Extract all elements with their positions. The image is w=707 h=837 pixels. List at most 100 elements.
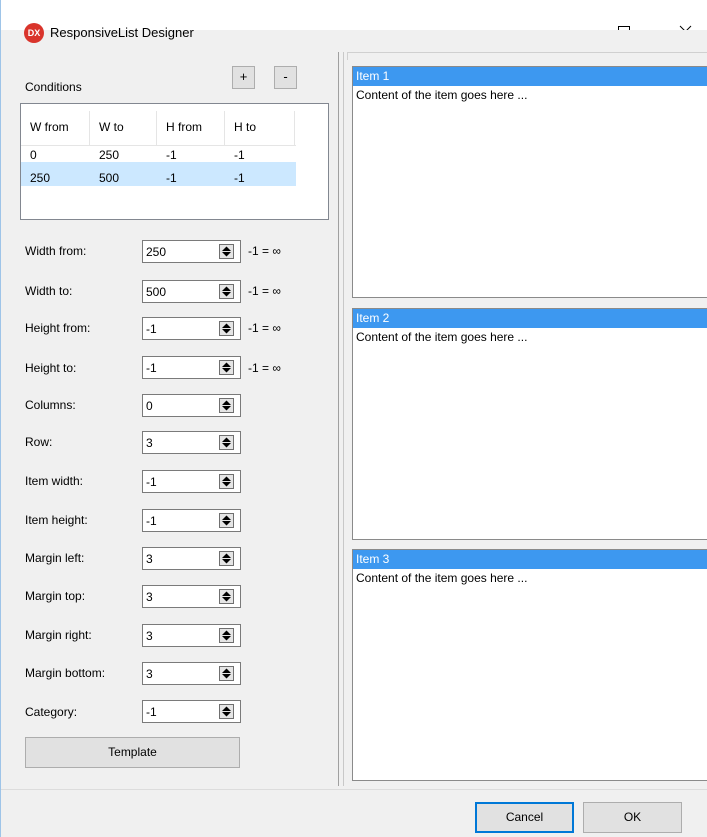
spin-arrows-icon xyxy=(222,591,231,602)
remove-condition-button[interactable]: - xyxy=(274,66,297,89)
spin-buttons[interactable] xyxy=(219,398,234,413)
column-header-w-from[interactable]: W from xyxy=(30,119,69,135)
spin-buttons[interactable] xyxy=(219,589,234,604)
margin-top-input[interactable] xyxy=(146,588,216,605)
cancel-button[interactable]: Cancel xyxy=(475,802,574,833)
height-to-label: Height to: xyxy=(25,361,77,375)
margin-left-label: Margin left: xyxy=(25,551,85,565)
spin-arrows-icon xyxy=(222,362,231,373)
spin-buttons[interactable] xyxy=(219,284,234,299)
preview-frame xyxy=(347,52,707,60)
spin-buttons[interactable] xyxy=(219,704,234,719)
column-header-h-to[interactable]: H to xyxy=(234,119,256,135)
spin-arrows-icon xyxy=(222,323,231,334)
margin-bottom-input[interactable] xyxy=(146,665,216,682)
height-to-input[interactable] xyxy=(146,359,216,376)
preview-item[interactable]: Item 2 Content of the item goes here ... xyxy=(352,308,707,540)
margin-left-spinner[interactable] xyxy=(142,547,241,570)
footer-divider xyxy=(1,789,707,790)
table-row-selected[interactable]: 250 500 -1 -1 xyxy=(21,162,296,186)
cell-h-from: -1 xyxy=(166,171,177,185)
window-title: ResponsiveList Designer xyxy=(50,25,194,40)
width-from-input[interactable] xyxy=(146,243,216,260)
margin-right-spinner[interactable] xyxy=(142,624,241,647)
category-label: Category: xyxy=(25,705,78,719)
spin-buttons[interactable] xyxy=(219,244,234,259)
add-condition-button[interactable]: + xyxy=(232,66,255,89)
preview-item[interactable]: Item 1 Content of the item goes here ... xyxy=(352,66,707,298)
template-button[interactable]: Template xyxy=(25,737,240,768)
height-to-spinner[interactable] xyxy=(142,356,241,379)
item-width-spinner[interactable] xyxy=(142,470,241,493)
conditions-label: Conditions xyxy=(25,80,82,94)
margin-top-label: Margin top: xyxy=(25,589,86,603)
spin-buttons[interactable] xyxy=(219,321,234,336)
item-content: Content of the item goes here ... xyxy=(356,88,528,102)
spin-arrows-icon xyxy=(222,706,231,717)
preview-item[interactable]: Item 3 Content of the item goes here ... xyxy=(352,549,707,781)
spin-buttons[interactable] xyxy=(219,360,234,375)
spin-buttons[interactable] xyxy=(219,628,234,643)
infinity-hint: -1 = ∞ xyxy=(248,284,281,298)
maximize-button[interactable] xyxy=(600,0,646,30)
margin-top-spinner[interactable] xyxy=(142,585,241,608)
margin-right-input[interactable] xyxy=(146,627,216,644)
designer-window: DX ResponsiveList Designer Conditions + … xyxy=(0,0,707,837)
cell-w-from: 250 xyxy=(30,171,51,185)
margin-bottom-spinner[interactable] xyxy=(142,662,241,685)
spin-buttons[interactable] xyxy=(219,474,234,489)
columns-input[interactable] xyxy=(146,397,216,414)
margin-left-input[interactable] xyxy=(146,550,216,567)
item-width-label: Item width: xyxy=(25,474,84,488)
minimize-button[interactable] xyxy=(531,0,577,30)
item-height-spinner[interactable] xyxy=(142,509,241,532)
ok-button[interactable]: OK xyxy=(583,802,682,833)
splitter-line[interactable] xyxy=(343,52,344,786)
category-spinner[interactable] xyxy=(142,700,241,723)
column-header-w-to[interactable]: W to xyxy=(99,119,124,135)
spin-arrows-icon xyxy=(222,437,231,448)
spin-arrows-icon xyxy=(222,630,231,641)
width-to-spinner[interactable] xyxy=(142,280,241,303)
spin-buttons[interactable] xyxy=(219,435,234,450)
conditions-grid[interactable]: W from W to H from H to 0 250 -1 -1 250 … xyxy=(20,103,329,220)
height-from-input[interactable] xyxy=(146,320,216,337)
margin-right-label: Margin right: xyxy=(25,628,92,642)
app-logo-icon: DX xyxy=(24,23,44,43)
spin-buttons[interactable] xyxy=(219,551,234,566)
cell-h-from: -1 xyxy=(166,148,177,162)
width-to-input[interactable] xyxy=(146,283,216,300)
columns-spinner[interactable] xyxy=(142,394,241,417)
width-from-spinner[interactable] xyxy=(142,240,241,263)
item-title: Item 1 xyxy=(353,67,707,86)
title-bar: DX ResponsiveList Designer xyxy=(1,0,707,43)
row-input[interactable] xyxy=(146,434,216,451)
column-header-h-from[interactable]: H from xyxy=(166,119,202,135)
cell-w-to: 250 xyxy=(99,148,120,162)
cell-h-to: -1 xyxy=(234,148,245,162)
splitter-line xyxy=(338,52,339,786)
cell-w-to: 500 xyxy=(99,171,120,185)
spin-arrows-icon xyxy=(222,400,231,411)
spin-buttons[interactable] xyxy=(219,513,234,528)
minimize-icon xyxy=(531,0,577,30)
spin-arrows-icon xyxy=(222,246,231,257)
item-height-input[interactable] xyxy=(146,512,216,529)
item-title: Item 2 xyxy=(353,309,707,328)
height-from-label: Height from: xyxy=(25,321,91,335)
table-row[interactable]: 0 250 -1 -1 xyxy=(21,139,296,163)
item-width-input[interactable] xyxy=(146,473,216,490)
spin-arrows-icon xyxy=(222,668,231,679)
spin-arrows-icon xyxy=(222,515,231,526)
spin-buttons[interactable] xyxy=(219,666,234,681)
close-icon xyxy=(679,25,692,30)
width-from-label: Width from: xyxy=(25,244,87,258)
spin-arrows-icon xyxy=(222,476,231,487)
row-spinner[interactable] xyxy=(142,431,241,454)
margin-bottom-label: Margin bottom: xyxy=(25,666,106,680)
spin-arrows-icon xyxy=(222,286,231,297)
height-from-spinner[interactable] xyxy=(142,317,241,340)
close-button[interactable] xyxy=(662,0,707,30)
category-input[interactable] xyxy=(146,703,216,720)
item-height-label: Item height: xyxy=(25,513,88,527)
